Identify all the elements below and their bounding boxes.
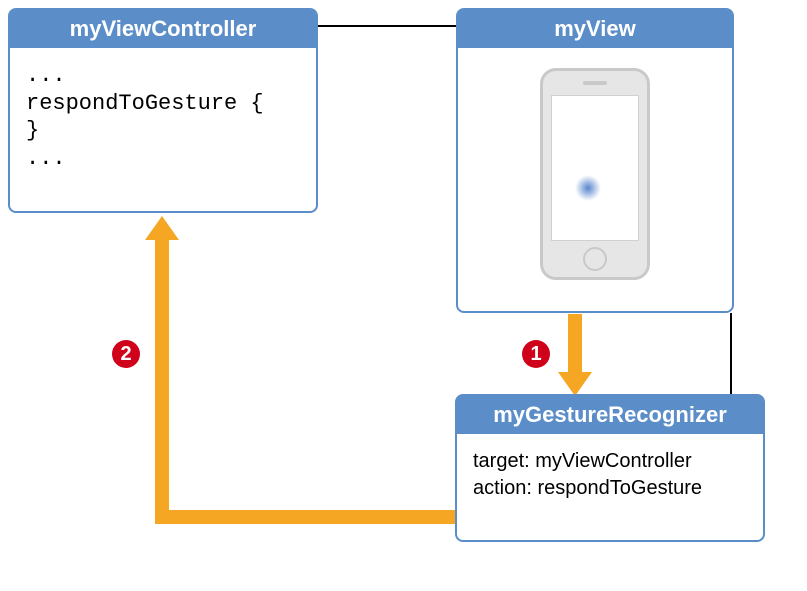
phone-screen [551, 95, 639, 241]
target-value: myViewController [535, 450, 691, 472]
phone-illustration [540, 68, 650, 280]
arrow-recognizer-to-vc-head [145, 216, 179, 240]
view-title: myView [458, 10, 732, 48]
action-label: action: [473, 477, 532, 499]
arrow-recognizer-to-vc-horizontal [155, 510, 455, 524]
phone-speaker-icon [583, 81, 607, 85]
touch-point-icon [575, 175, 601, 201]
gesture-recognizer-title: myGestureRecognizer [457, 396, 763, 434]
view-controller-title: myViewController [10, 10, 316, 48]
view-box: myView [456, 8, 734, 313]
arrow-recognizer-to-vc-vertical [155, 240, 169, 524]
gesture-recognizer-body: target: myViewController action: respond… [457, 434, 763, 516]
connector-view-to-recognizer [730, 313, 732, 407]
view-controller-box: myViewController ... respondToGesture { … [8, 8, 318, 213]
target-line: target: myViewController [473, 448, 747, 475]
step-badge-2: 2 [112, 340, 140, 368]
view-controller-code: ... respondToGesture { } ... [10, 48, 316, 186]
gesture-recognizer-box: myGestureRecognizer target: myViewContro… [455, 394, 765, 542]
phone-home-button-icon [583, 247, 607, 271]
action-line: action: respondToGesture [473, 475, 747, 502]
action-value: respondToGesture [538, 477, 703, 499]
target-label: target: [473, 450, 530, 472]
step-badge-1: 1 [522, 340, 550, 368]
arrow-view-to-recognizer-stem [568, 314, 582, 374]
view-body [458, 48, 732, 294]
connector-vc-to-view [318, 25, 456, 27]
arrow-view-to-recognizer-head [558, 372, 592, 396]
